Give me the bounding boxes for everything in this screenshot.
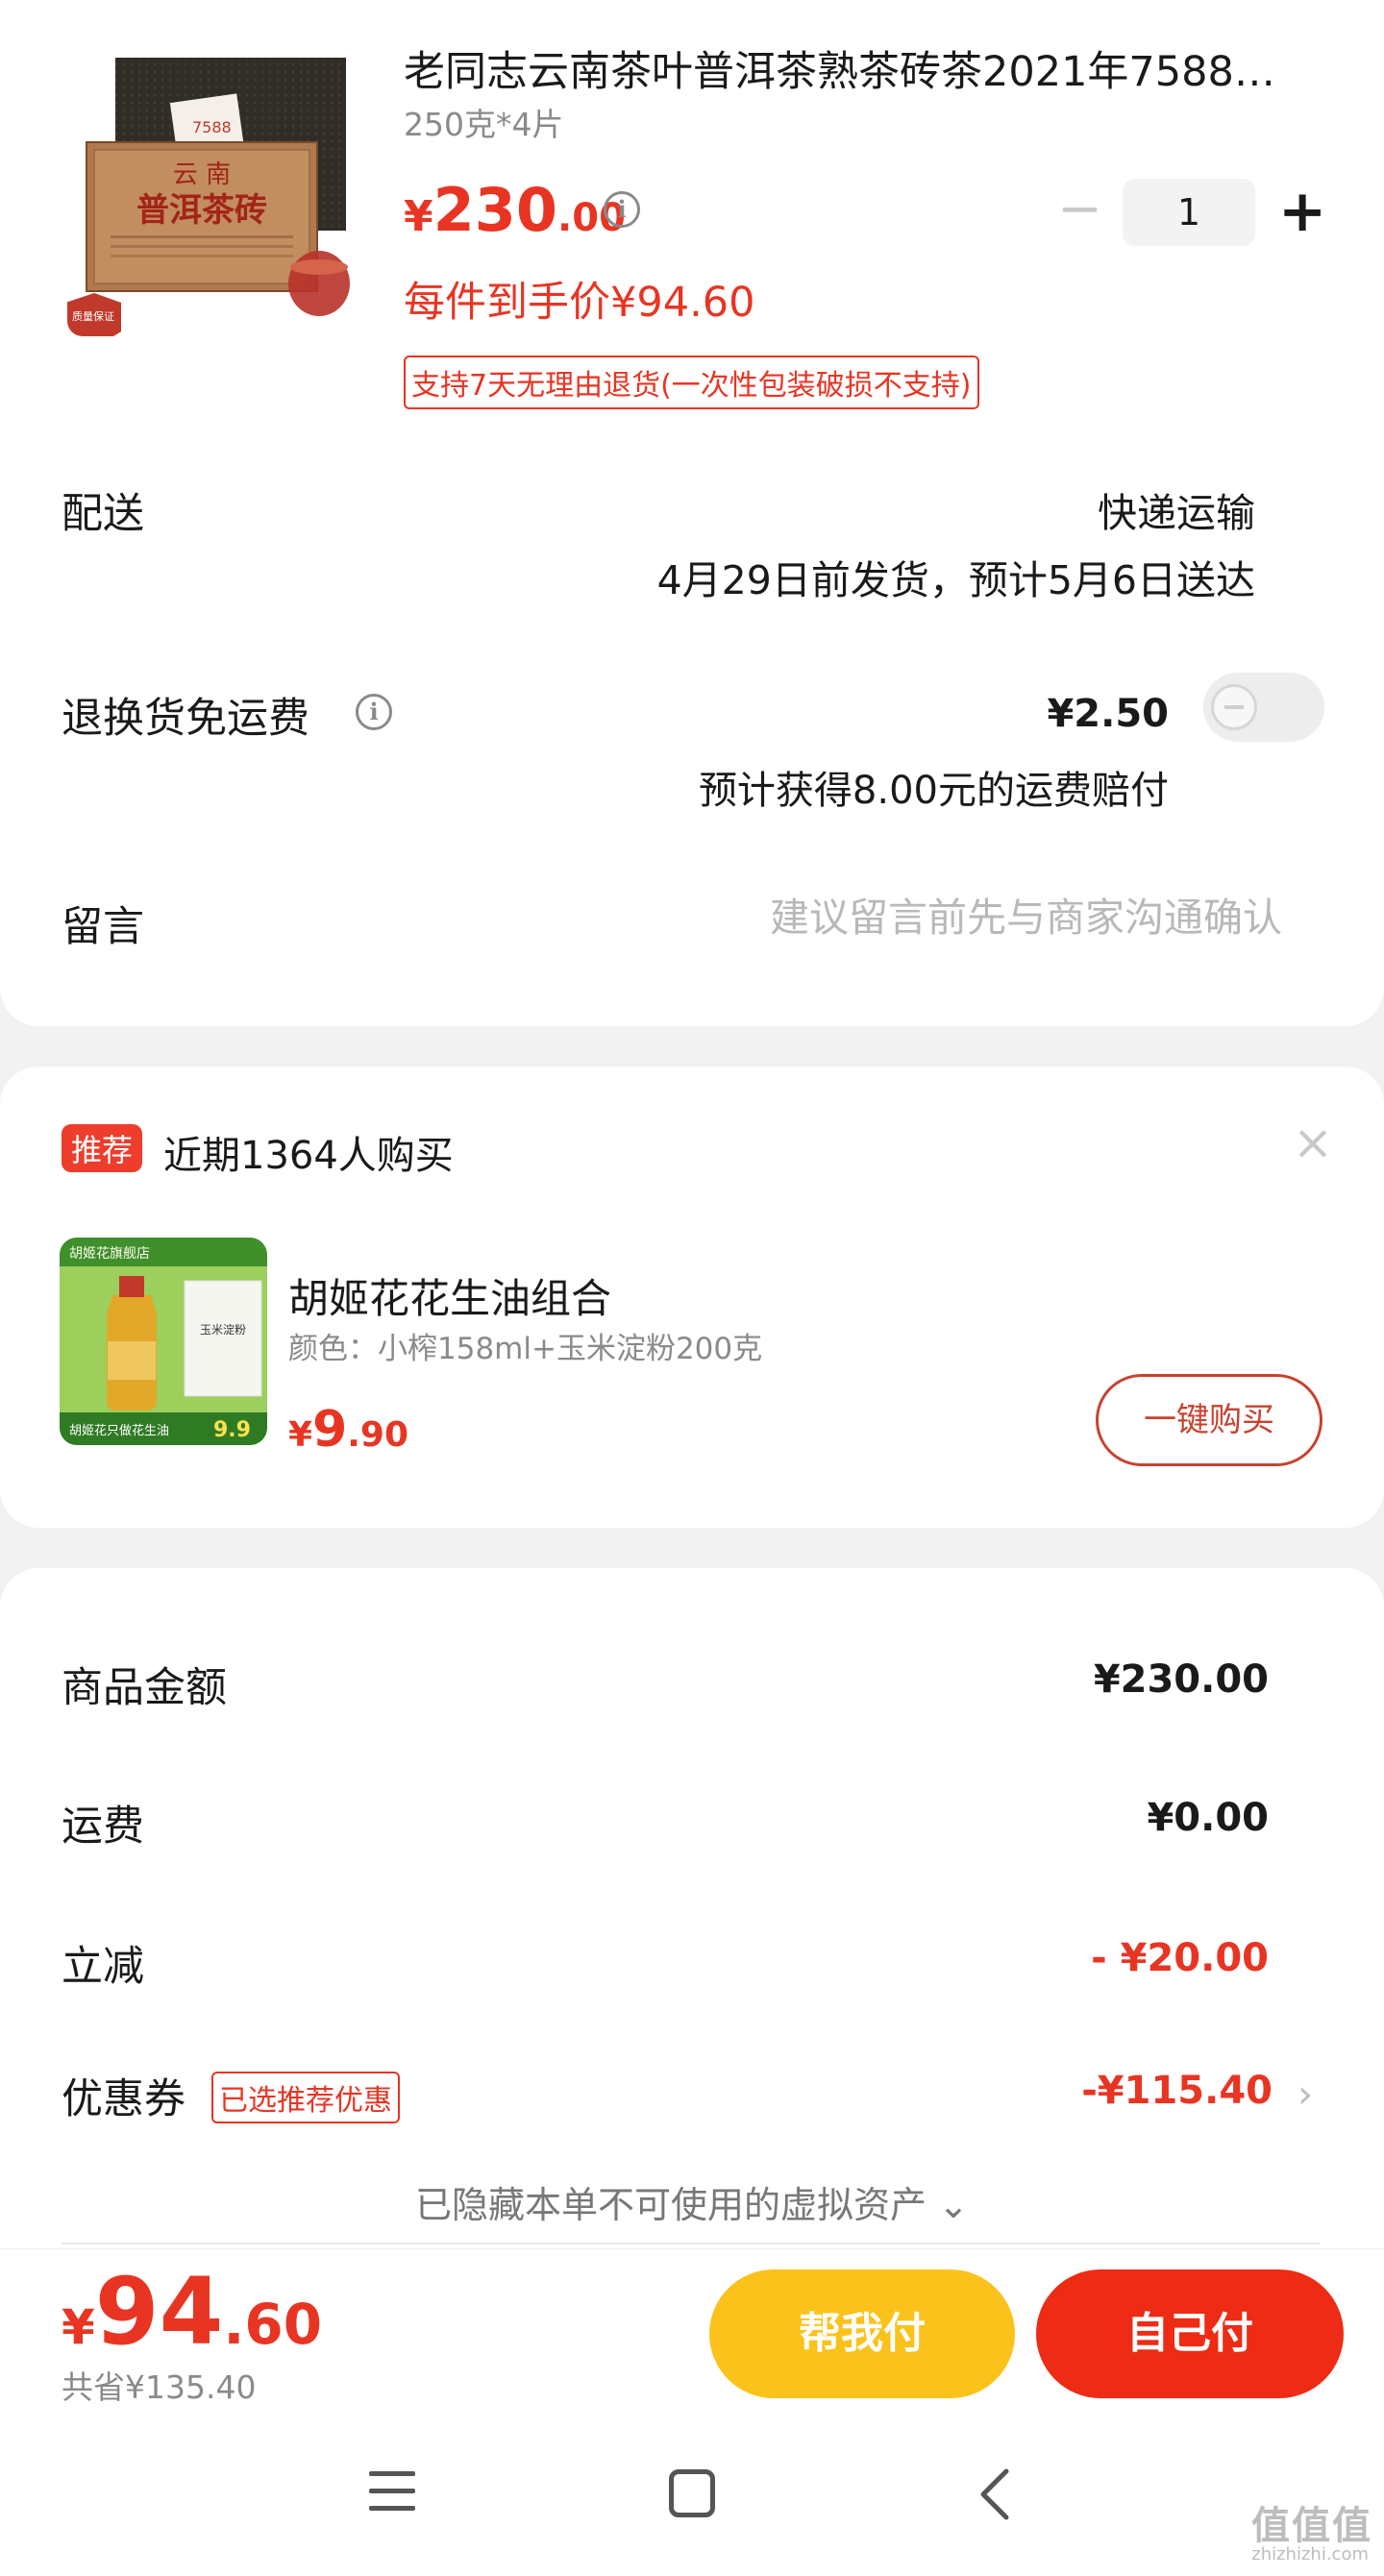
quantity-increment-button[interactable]: +	[1278, 179, 1326, 246]
return-fee-label: 退换货免运费	[62, 695, 309, 743]
coupon-tag: 已选推荐优惠	[211, 2072, 400, 2123]
message-input[interactable]	[577, 884, 1282, 951]
coupon-label[interactable]: 优惠券	[62, 2066, 185, 2125]
delivery-date: 4月29日前发货，预计5月6日送达	[656, 557, 1255, 603]
svg-text:云 南: 云 南	[173, 160, 231, 189]
message-label: 留言	[62, 903, 144, 951]
total-price: ¥94.60	[62, 2258, 323, 2366]
goods-amount-value: ¥230.00	[1093, 1657, 1269, 1702]
recommend-item-spec: 颜色：小榨158ml+玉米淀粉200克	[288, 1332, 763, 1366]
svg-text:质量保证: 质量保证	[72, 309, 114, 323]
recommend-item-price: ¥9.90	[288, 1401, 409, 1459]
return-fee-note: 预计获得8.00元的运费赔付	[698, 769, 1169, 813]
toggle-knob	[1211, 684, 1257, 730]
svg-text:普洱茶砖: 普洱茶砖	[136, 191, 267, 230]
instant-discount-value: - ¥20.00	[1091, 1936, 1269, 1980]
price-info-icon[interactable]: i	[604, 191, 640, 228]
recommend-item-image[interactable]: 胡姬花旗舰店 玉米淀粉 胡姬花只做花生油 9.9	[60, 1238, 267, 1445]
goods-amount-label: 商品金额	[62, 1664, 227, 1712]
recommend-title: 近期1364人购买	[163, 1134, 454, 1178]
one-click-buy-button[interactable]: 一键购买	[1096, 1374, 1322, 1466]
recommend-item-name[interactable]: 胡姬花花生油组合	[288, 1266, 611, 1325]
svg-text:胡姬花只做花生油: 胡姬花只做花生油	[69, 1423, 169, 1438]
svg-text:9.9: 9.9	[213, 1418, 251, 1442]
return-policy-tag: 支持7天无理由退货(一次性包装破损不支持)	[404, 356, 979, 409]
divider	[62, 2243, 1321, 2245]
product-price: ¥230.00	[404, 175, 626, 245]
return-fee-price: ¥2.50	[1047, 692, 1169, 736]
shipping-fee-value: ¥0.00	[1147, 1796, 1269, 1840]
product-spec: 250克*4片	[404, 106, 564, 143]
watermark-logo: 值值值	[1251, 2504, 1372, 2548]
svg-text:玉米淀粉: 玉米淀粉	[200, 1323, 246, 1337]
quantity-input[interactable]: 1	[1123, 179, 1255, 246]
help-me-pay-button[interactable]: 帮我付	[709, 2269, 1015, 2398]
back-icon[interactable]	[976, 2467, 1014, 2521]
product-image[interactable]: 7588 云 南 普洱茶砖 质量保证	[67, 38, 365, 336]
quantity-decrement-button[interactable]: −	[1057, 183, 1102, 240]
hidden-assets-toggle[interactable]: 已隐藏本单不可使用的虚拟资产 ⌄	[0, 2175, 1384, 2228]
menu-icon[interactable]	[369, 2471, 415, 2517]
svg-text:胡姬花旗舰店: 胡姬花旗舰店	[69, 1246, 150, 1262]
product-title[interactable]: 老同志云南茶叶普洱茶熟茶砖茶2021年7588…	[404, 38, 1326, 98]
total-saved: 共省¥135.40	[62, 2368, 257, 2406]
svg-text:7588: 7588	[192, 118, 232, 136]
coupon-value[interactable]: -¥115.40	[1081, 2069, 1273, 2113]
shipping-fee-label: 运费	[62, 1803, 144, 1851]
product-card: 7588 云 南 普洱茶砖 质量保证 老同志云南茶叶普洱茶熟茶砖茶2021年75…	[0, 0, 1384, 1026]
delivery-method[interactable]: 快递运输	[1098, 480, 1255, 538]
watermark-url: zhizhizhi.com	[1251, 2544, 1369, 2564]
return-fee-toggle[interactable]	[1203, 673, 1324, 742]
return-fee-info-icon[interactable]: i	[356, 694, 392, 730]
per-item-price: 每件到手价¥94.60	[404, 279, 755, 327]
close-icon[interactable]: ×	[1293, 1115, 1333, 1170]
instant-discount-label: 立减	[62, 1943, 144, 1991]
home-icon[interactable]	[669, 2469, 715, 2517]
delivery-label: 配送	[62, 490, 144, 538]
recommend-badge: 推荐	[62, 1124, 143, 1172]
pay-myself-button[interactable]: 自己付	[1036, 2269, 1344, 2398]
chevron-right-icon[interactable]: ›	[1298, 2075, 1317, 2114]
